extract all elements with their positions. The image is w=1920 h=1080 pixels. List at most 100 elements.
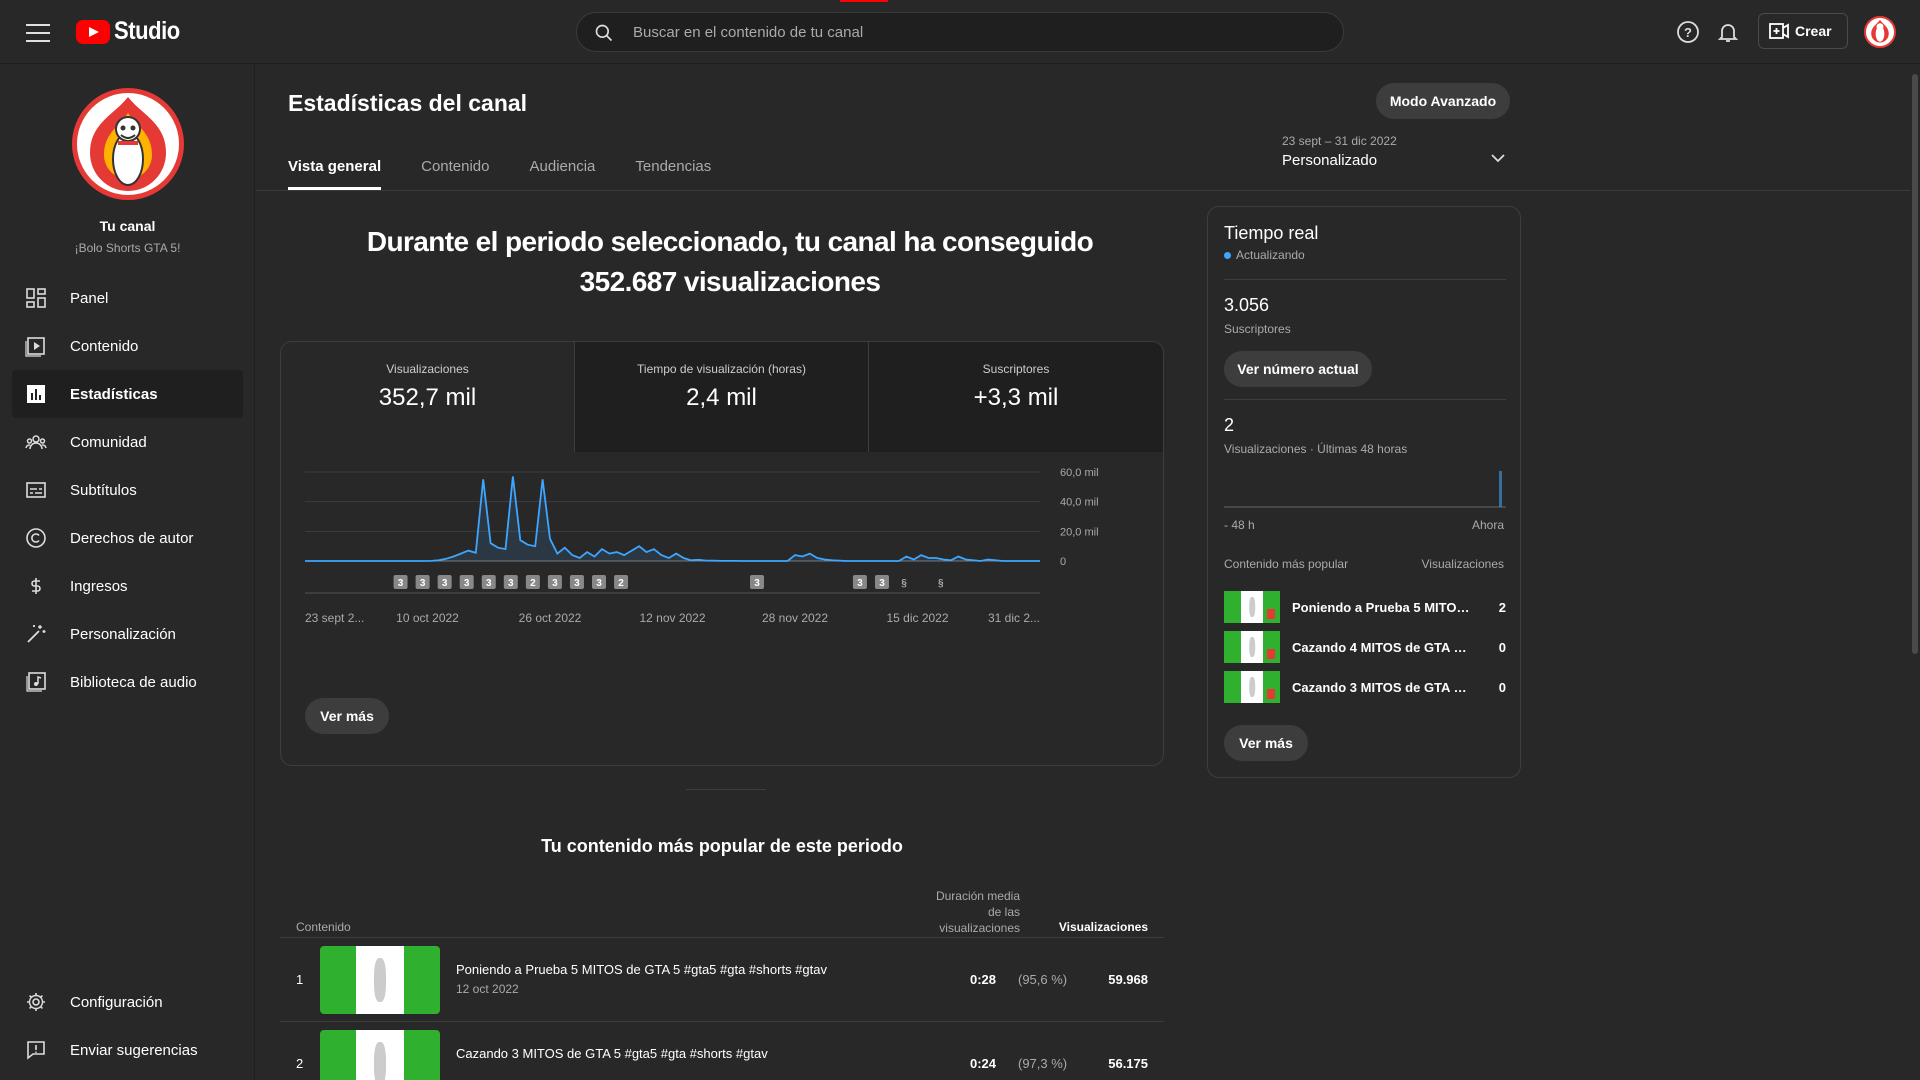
avg-duration: 0:28 (970, 972, 997, 987)
realtime-views-count: 2 (1224, 415, 1235, 435)
advanced-mode-button[interactable]: Modo Avanzado (1376, 83, 1510, 119)
video-thumbnail (320, 1030, 440, 1080)
account-avatar[interactable] (1864, 16, 1896, 48)
metric-subscribers[interactable]: Suscriptores +3,3 mil (869, 342, 1163, 452)
axis-end-label: Ahora (1471, 518, 1504, 532)
metric-label: Suscriptores (982, 362, 1050, 376)
sidebar-item-feedback[interactable]: Enviar sugerencias (12, 1026, 243, 1074)
channel-avatar[interactable] (72, 88, 184, 200)
upload-marker-label: 2 (618, 578, 624, 589)
video-thumbnail (320, 946, 440, 1014)
realtime-row[interactable]: Cazando 4 MITOS de GTA 5 #... 0 (1224, 631, 1506, 663)
realtime-views-label: Visualizaciones · Últimas 48 horas (1224, 442, 1408, 456)
tab-overview[interactable]: Vista general (288, 144, 382, 190)
column-header-line: visualizaciones (939, 921, 1020, 935)
top-content-table-header: Contenido Duración media de las visualiz… (280, 886, 1164, 938)
search-input[interactable] (633, 13, 1313, 51)
video-thumbnail (1224, 591, 1280, 623)
video-title: Cazando 3 MITOS de GTA 5 #... (1292, 679, 1472, 695)
upload-marker-label: 2 (530, 578, 536, 589)
sidebar-item-copyright[interactable]: Derechos de autor (12, 514, 243, 562)
upload-marker-label: 3 (552, 578, 558, 589)
upload-marker-label: § (901, 578, 907, 589)
sidebar-item-settings[interactable]: Configuración (12, 978, 243, 1026)
date-range-picker[interactable]: 23 sept – 31 dic 2022 Personalizado (1282, 134, 1514, 182)
metric-watch-time[interactable]: Tiempo de visualización (horas) 2,4 mil (575, 342, 869, 452)
sidebar-item-label: Personalización (70, 625, 176, 643)
channel-title: Tu canal (99, 218, 156, 234)
popular-content-header: Contenido más popular (1224, 557, 1349, 571)
sidebar-item-community[interactable]: Comunidad (12, 418, 243, 466)
main-content: Estadísticas del canal Modo Avanzado Vis… (256, 64, 1910, 1080)
studio-logo[interactable]: Studio (76, 17, 189, 46)
headline-line-2: 352.687 visualizaciones (579, 266, 881, 297)
column-header-views[interactable]: Visualizaciones (1059, 920, 1148, 934)
gear-icon (27, 993, 45, 1011)
video-views: 0 (1498, 679, 1506, 695)
see-more-button[interactable]: Ver más (305, 698, 389, 734)
date-range-label: Personalizado (1282, 152, 1378, 169)
logo-text: Studio (114, 17, 180, 45)
headline-line-1: Durante el periodo seleccionado, tu cana… (366, 226, 1094, 257)
sidebar-item-customization[interactable]: Personalización (12, 610, 243, 658)
sidebar-item-content[interactable]: Contenido (12, 322, 243, 370)
search-icon (595, 24, 613, 42)
realtime-row[interactable]: Poniendo a Prueba 5 MITOS ... 2 (1224, 591, 1506, 623)
menu-icon[interactable] (24, 20, 52, 44)
avg-percent: (97,3 %) (1018, 1056, 1068, 1071)
video-thumbnail (1224, 631, 1280, 663)
sidebar-item-label: Comunidad (70, 433, 147, 451)
live-dot-icon (1224, 251, 1231, 259)
x-tick-label: 15 dic 2022 (886, 611, 948, 625)
y-tick-label: 20,0 mil (1060, 526, 1099, 538)
realtime-bar (1499, 471, 1502, 507)
column-header-avg-duration[interactable]: Duración media de las visualizaciones (920, 888, 1020, 936)
sidebar-item-audio-library[interactable]: Biblioteca de audio (12, 658, 243, 706)
table-row[interactable]: 1 Poniendo a Prueba 5 MITOS de GTA 5 #gt… (280, 938, 1164, 1022)
scrollbar-thumb[interactable] (1912, 74, 1918, 654)
magic-wand-icon (27, 625, 46, 643)
tab-content[interactable]: Contenido (421, 144, 489, 190)
metric-tabs: Visualizaciones 352,7 mil Tiempo de visu… (281, 342, 1163, 452)
x-tick-label: 10 oct 2022 (396, 611, 459, 625)
table-row[interactable]: 2 Cazando 3 MITOS de GTA 5 #gta5 #gta #s… (280, 1022, 1164, 1080)
upload-marker-label: 3 (398, 578, 404, 589)
sidebar-nav: Panel Contenido Estadísticas Comunidad S… (12, 274, 243, 706)
upload-marker-label: 3 (420, 578, 426, 589)
community-icon (25, 435, 47, 450)
sidebar-item-label: Configuración (70, 993, 163, 1011)
content-icon (25, 337, 45, 357)
metric-label: Visualizaciones (386, 362, 469, 376)
video-views: 56.175 (1108, 1056, 1148, 1071)
date-range: 23 sept – 31 dic 2022 (1282, 134, 1397, 148)
page-scrollbar[interactable] (1910, 64, 1920, 1080)
create-button[interactable]: Crear (1758, 13, 1848, 49)
sidebar-item-panel[interactable]: Panel (12, 274, 243, 322)
see-current-count-button[interactable]: Ver número actual (1224, 351, 1372, 387)
sidebar-item-analytics[interactable]: Estadísticas (12, 370, 243, 418)
views-line-chart[interactable]: 60,0 mil 40,0 mil 20,0 mil 0 3 3 3 3 3 3 2 3 3 3 2 3 3 3 §… (281, 452, 1164, 766)
video-title: Poniendo a Prueba 5 MITOS de GTA 5 #gta5… (456, 962, 827, 977)
realtime-row[interactable]: Cazando 3 MITOS de GTA 5 #... 0 (1224, 671, 1506, 703)
tab-bar: Vista general Contenido Audiencia Tenden… (288, 144, 751, 190)
video-title: Cazando 4 MITOS de GTA 5 #... (1292, 639, 1472, 655)
search-bar[interactable] (576, 12, 1344, 52)
avg-percent: (95,6 %) (1018, 972, 1068, 987)
sidebar-item-subtitles[interactable]: Subtítulos (12, 466, 243, 514)
realtime-status: Actualizando (1224, 248, 1305, 262)
upload-marker-label: 3 (508, 578, 514, 589)
metric-views[interactable]: Visualizaciones 352,7 mil (281, 342, 575, 452)
column-header-content: Contenido (296, 920, 351, 934)
tab-trends[interactable]: Tendencias (635, 144, 711, 190)
video-title: Cazando 3 MITOS de GTA 5 #gta5 #gta #sho… (456, 1046, 768, 1061)
upload-marker-label: 3 (486, 578, 492, 589)
notifications-icon[interactable] (1716, 20, 1740, 44)
metric-value: +3,3 mil (973, 384, 1059, 411)
help-icon[interactable]: ? (1676, 20, 1700, 44)
sidebar-item-label: Ingresos (70, 577, 128, 595)
upload-marker-label: § (938, 578, 944, 589)
upload-marker-label: 3 (754, 578, 760, 589)
realtime-see-more-button[interactable]: Ver más (1224, 725, 1308, 761)
tab-audience[interactable]: Audiencia (530, 144, 596, 190)
sidebar-item-earn[interactable]: Ingresos (12, 562, 243, 610)
